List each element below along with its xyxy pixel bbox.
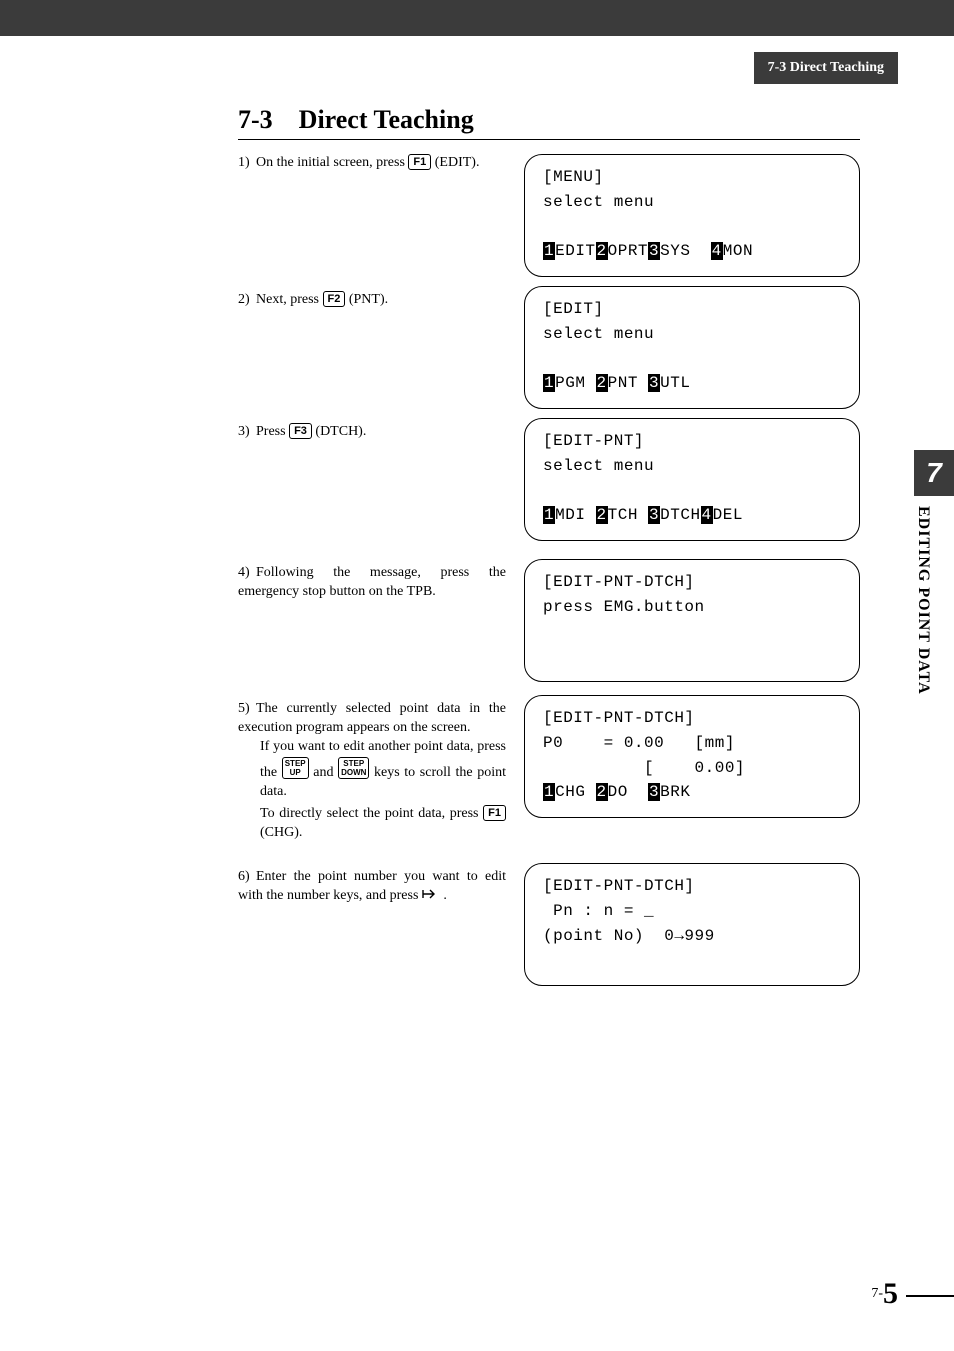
f1-keycap-2: F1: [483, 805, 506, 821]
lcd3-m4n: 4: [701, 506, 713, 524]
lcd2-m2: PNT: [608, 374, 648, 392]
lcd5-m1n: 1: [543, 783, 555, 801]
lcd1-m1: EDIT: [555, 242, 595, 260]
step-6-num: 6): [238, 868, 256, 887]
lcd2-m1: PGM: [555, 374, 595, 392]
footer-chapter: 7-: [871, 1286, 883, 1301]
lcd5-m2n: 2: [596, 783, 608, 801]
lcd1-m4: MON: [723, 242, 753, 260]
lcd2-m1n: 1: [543, 374, 555, 392]
step-up-l2: UP: [285, 768, 306, 777]
step-4-text: Following the message, press the emergen…: [238, 565, 506, 599]
header-crumb: 7-3 Direct Teaching: [754, 52, 898, 84]
lcd1-m4n: 4: [711, 242, 723, 260]
step-5: 5)The currently selected point data in t…: [238, 700, 506, 843]
lcd1-m3n: 3: [648, 242, 660, 260]
step-dn-l2: DOWN: [341, 768, 366, 777]
step-3-text-b: (DTCH).: [312, 424, 366, 439]
lcd3-m2n: 2: [596, 506, 608, 524]
lcd3-line2: select menu: [543, 457, 654, 475]
lcd-1: [MENU] select menu 1EDIT2OPRT3SYS 4MON: [524, 154, 860, 277]
lcd3-m3n: 3: [648, 506, 660, 524]
step-5-p1: The currently selected point data in the…: [238, 701, 506, 735]
lcd5-line3: [ 0.00]: [543, 759, 745, 777]
lcd2-m2n: 2: [596, 374, 608, 392]
section-name: Direct Teaching: [299, 105, 474, 134]
step-4: 4)Following the message, press the emerg…: [238, 564, 506, 602]
lcd3-title: [EDIT-PNT]: [543, 432, 644, 450]
lcd2-m3: UTL: [660, 374, 690, 392]
lcd1-m2n: 2: [596, 242, 608, 260]
lcd3-m4: DEL: [713, 506, 743, 524]
step-2-text-a: Next, press: [256, 292, 323, 307]
step-6-text-a: Enter the point number you want to edit …: [238, 869, 506, 903]
lcd2-m3n: 3: [648, 374, 660, 392]
lcd6-title: [EDIT-PNT-DTCH]: [543, 877, 695, 895]
lcd1-m3: SYS: [660, 242, 700, 260]
step-5-p3a: To directly select the point data, press: [260, 806, 483, 821]
lcd5-title: [EDIT-PNT-DTCH]: [543, 709, 695, 727]
chapter-number-tab: 7: [914, 450, 954, 496]
step-up-keycap: STEPUP: [282, 757, 309, 779]
lcd4-line2: press EMG.button: [543, 598, 705, 616]
lcd-5: [EDIT-PNT-DTCH] P0 = 0.00 [mm] [ 0.00] 1…: [524, 695, 860, 818]
step-3-num: 3): [238, 423, 256, 442]
lcd5-m2: DO: [608, 783, 648, 801]
step-1-text-b: (EDIT).: [431, 155, 479, 170]
lcd6-line2: Pn : n = _: [543, 902, 654, 920]
step-2: 2)Next, press F2 (PNT).: [238, 291, 506, 310]
lcd1-m1n: 1: [543, 242, 555, 260]
lcd2-title: [EDIT]: [543, 300, 604, 318]
footer-page: 5: [883, 1277, 898, 1310]
lcd-6: [EDIT-PNT-DTCH] Pn : n = _ (point No) 0→…: [524, 863, 860, 986]
page-footer: 7-5: [871, 1277, 898, 1311]
step-3: 3)Press F3 (DTCH).: [238, 423, 506, 442]
lcd4-title: [EDIT-PNT-DTCH]: [543, 573, 695, 591]
lcd5-m3: BRK: [660, 783, 690, 801]
step-6: 6)Enter the point number you want to edi…: [238, 868, 506, 908]
f2-keycap: F2: [323, 291, 346, 307]
lcd5-m1: CHG: [555, 783, 595, 801]
enter-arrow-icon: [422, 887, 440, 908]
step-6-text-b: .: [440, 888, 447, 903]
lcd3-m3: DTCH: [660, 506, 700, 524]
lcd1-line2: select menu: [543, 193, 654, 211]
lcd3-m2: TCH: [608, 506, 648, 524]
step-down-keycap: STEPDOWN: [338, 757, 369, 779]
lcd-2: [EDIT] select menu 1PGM 2PNT 3UTL: [524, 286, 860, 409]
lcd1-title: [MENU]: [543, 168, 604, 186]
lcd-3: [EDIT-PNT] select menu 1MDI 2TCH 3DTCH4D…: [524, 418, 860, 541]
lcd1-m2: OPRT: [608, 242, 648, 260]
lcd3-m1n: 1: [543, 506, 555, 524]
chapter-side-tab: 7 EDITING POINT DATA: [914, 450, 954, 786]
lcd-4: [EDIT-PNT-DTCH] press EMG.button: [524, 559, 860, 682]
f1-keycap: F1: [408, 154, 431, 170]
step-5-p3b: (CHG).: [260, 825, 302, 840]
step-dn-l1: STEP: [341, 759, 366, 768]
step-up-l1: STEP: [285, 759, 306, 768]
step-4-num: 4): [238, 564, 256, 583]
step-2-num: 2): [238, 291, 256, 310]
step-5-p2b: and: [309, 765, 338, 780]
top-bar: [0, 0, 954, 36]
footer-rule: [906, 1295, 954, 1297]
section-title: 7-3 Direct Teaching: [238, 105, 860, 140]
f3-keycap: F3: [289, 423, 312, 439]
lcd5-line2: P0 = 0.00 [mm]: [543, 734, 735, 752]
step-5-num: 5): [238, 700, 256, 719]
lcd2-line2: select menu: [543, 325, 654, 343]
chapter-label-vertical: EDITING POINT DATA: [914, 506, 932, 786]
step-3-text-a: Press: [256, 424, 289, 439]
step-2-text-b: (PNT).: [345, 292, 388, 307]
step-1-num: 1): [238, 154, 256, 173]
lcd6-line3: (point No) 0→999: [543, 927, 715, 945]
section-number: 7-3: [238, 105, 273, 134]
lcd5-m3n: 3: [648, 783, 660, 801]
step-1: 1)On the initial screen, press F1 (EDIT)…: [238, 154, 506, 173]
lcd3-m1: MDI: [555, 506, 595, 524]
step-1-text-a: On the initial screen, press: [256, 155, 408, 170]
